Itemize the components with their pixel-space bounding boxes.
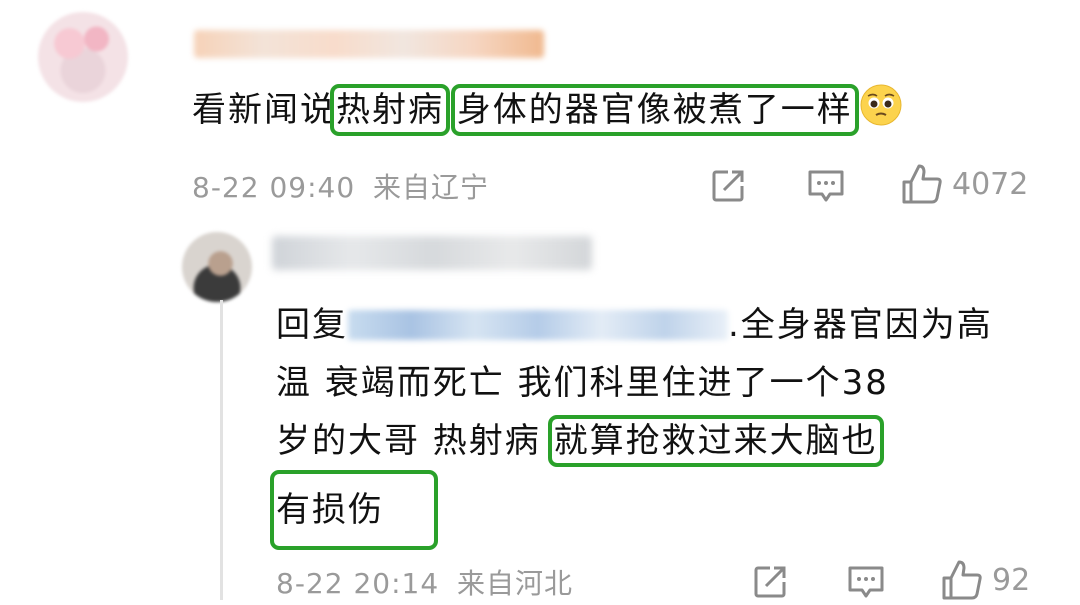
reply-line-3: 岁的大哥 热射病 就算抢救过来大脑也 xyxy=(276,415,884,467)
like-button[interactable]: 4072 xyxy=(900,162,1028,206)
like-count: 4072 xyxy=(952,166,1029,202)
username-blurred[interactable] xyxy=(194,30,544,58)
highlight-box: 有损伤 xyxy=(270,470,438,550)
highlight-box: 身体的器官像被煮了一样 xyxy=(450,84,859,136)
reply-location: 来自河北 xyxy=(457,567,574,600)
reply-avatar[interactable] xyxy=(182,232,252,302)
reply-line-1: 回复 .全身器官因为高 xyxy=(276,305,993,345)
reply-line-4: 有损伤 xyxy=(270,470,1066,550)
comment-meta: 8-22 09:40 来自辽宁 xyxy=(192,166,489,206)
reply-date: 8-22 20:14 xyxy=(276,567,440,600)
comment-text: 看新闻说热射病 身体的器官像被煮了一样 xyxy=(192,82,903,138)
comment-location: 来自辽宁 xyxy=(373,171,490,204)
mention-link-blurred[interactable] xyxy=(348,310,728,340)
comment-date: 8-22 09:40 xyxy=(192,171,356,204)
comment-icon xyxy=(848,566,884,598)
thread-line xyxy=(220,300,223,600)
comment-thread: 看新闻说热射病 身体的器官像被煮了一样 8-22 09:40 来自辽宁 4072 xyxy=(0,0,1080,605)
like-icon xyxy=(942,560,982,600)
reply-meta: 8-22 20:14 来自河北 xyxy=(276,562,573,602)
pleading-face-emoji-icon xyxy=(860,84,902,126)
share-icon xyxy=(712,170,744,202)
highlight-box: 热射病 xyxy=(330,84,450,136)
share-icon xyxy=(754,566,786,598)
comment-button[interactable] xyxy=(806,166,846,206)
reply-like-count: 92 xyxy=(992,562,1031,598)
reply-username-blurred[interactable] xyxy=(272,236,592,270)
comment-text-part: 看新闻说 xyxy=(192,90,336,130)
reply-like-button[interactable]: 92 xyxy=(940,558,1030,602)
reply-comment-button[interactable] xyxy=(846,562,886,602)
comment-icon xyxy=(808,170,844,202)
avatar[interactable] xyxy=(38,12,128,102)
like-icon xyxy=(902,164,942,204)
reply-text: 回复 .全身器官因为高 温 衰竭而死亡 我们科里住进了一个38 岁的大哥 热射病 … xyxy=(270,296,1066,550)
share-button[interactable] xyxy=(708,166,748,206)
highlight-box: 就算抢救过来大脑也 xyxy=(547,415,884,467)
reply-line-2: 温 衰竭而死亡 我们科里住进了一个38 xyxy=(276,363,889,403)
reply-share-button[interactable] xyxy=(750,562,790,602)
